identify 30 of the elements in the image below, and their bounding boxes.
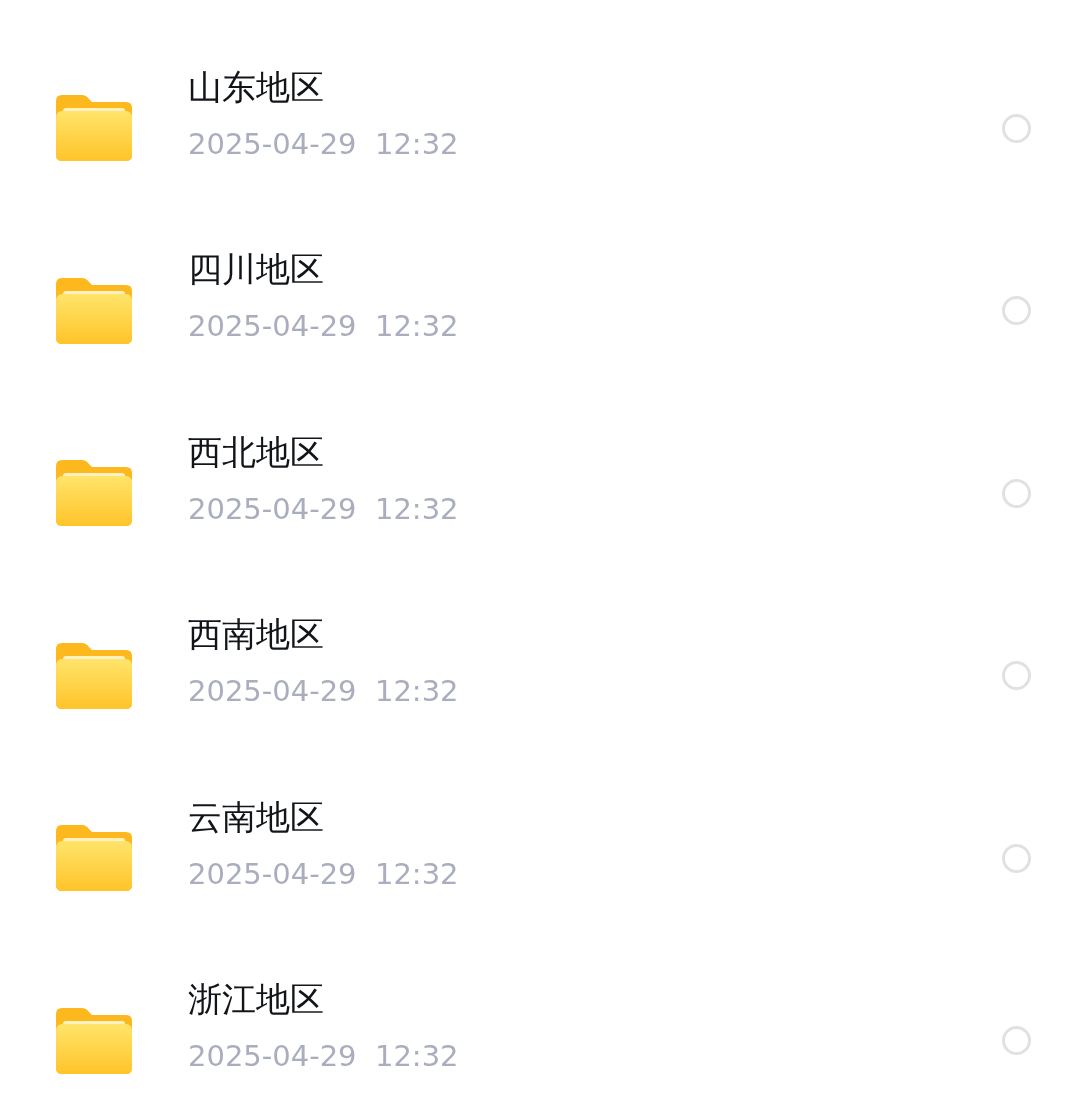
folder-icon [56,460,132,527]
select-radio[interactable] [1002,478,1031,508]
folder-row[interactable]: 山东地区 2025-04-29 12:32 [0,37,1080,220]
modified-date: 2025-04-29 12:32 [188,855,459,893]
modified-date: 2025-04-29 12:32 [188,308,459,346]
folder-name: 山东地区 [188,65,324,109]
select-radio[interactable] [1002,296,1031,326]
modified-date: 2025-04-29 12:32 [188,1038,459,1076]
select-radio[interactable] [1002,661,1031,691]
select-radio[interactable] [1002,843,1031,873]
modified-date: 2025-04-29 12:32 [188,125,459,163]
folder-icon [56,1007,132,1074]
folder-row[interactable]: 浙江地区 2025-04-29 12:32 [0,949,1080,1107]
folder-name: 西南地区 [188,613,324,657]
modified-date: 2025-04-29 12:32 [188,490,459,528]
folder-row[interactable]: 云南地区 2025-04-29 12:32 [0,767,1080,950]
folder-icon [56,277,132,344]
folder-row[interactable]: 西南地区 2025-04-29 12:32 [0,584,1080,767]
folder-name: 西北地区 [188,430,324,474]
folder-name: 浙江地区 [188,978,324,1022]
folder-row[interactable]: 四川地区 2025-04-29 12:32 [0,219,1080,402]
folder-icon [56,642,132,709]
modified-date: 2025-04-29 12:32 [188,673,459,711]
folder-icon [56,95,132,162]
folder-row[interactable]: 西北地区 2025-04-29 12:32 [0,402,1080,585]
folder-icon [56,825,132,892]
select-radio[interactable] [1002,113,1031,143]
folder-name: 四川地区 [188,248,324,292]
folder-name: 云南地区 [188,795,324,839]
select-radio[interactable] [1002,1026,1031,1056]
